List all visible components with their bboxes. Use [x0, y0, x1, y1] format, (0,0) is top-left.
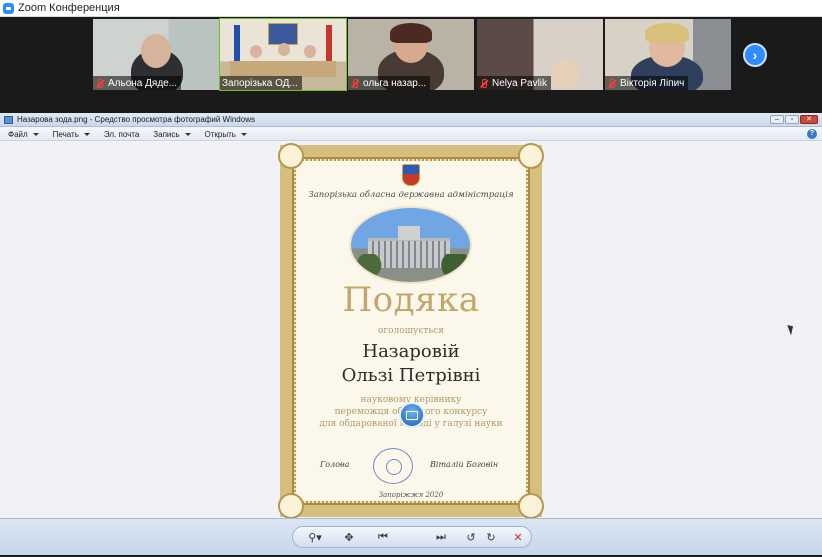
photo-viewer-window: Назарова зода.png - Средство просмотра ф…	[0, 113, 822, 557]
signatory-name: Віталій Боговін	[430, 460, 499, 469]
zoom-window-title: Zoom Конференция	[18, 2, 120, 14]
participant-name: ольга назар...	[363, 77, 427, 89]
certificate-title: Подяка	[342, 280, 480, 320]
next-icon[interactable]: ⏭	[430, 529, 452, 545]
menu-burn[interactable]: Запись	[153, 130, 191, 139]
previous-icon[interactable]: ⏮	[372, 529, 394, 545]
mic-muted-icon	[607, 78, 616, 88]
caret-down-icon	[32, 132, 39, 136]
participant-tile[interactable]: Альона Дяде...	[93, 19, 219, 90]
certificate-subtitle: оголошується	[378, 326, 444, 336]
caret-down-icon	[240, 132, 247, 136]
mic-muted-icon	[95, 78, 104, 88]
photo-viewer-icon	[4, 115, 13, 124]
delete-icon[interactable]: ✕	[510, 529, 526, 545]
mouse-cursor-icon	[787, 323, 796, 336]
slideshow-icon	[406, 410, 418, 420]
image-stage: Запорізька обласна державна адміністраці…	[0, 142, 822, 519]
menu-print[interactable]: Печать	[53, 130, 90, 139]
menu-email[interactable]: Эл. почта	[104, 130, 139, 139]
participant-tile-active[interactable]: Запорізька ОД...	[219, 18, 347, 91]
recipient-given-names: Ользі Петрівні	[341, 365, 481, 386]
certificate-city-year: Запоріжжя 2020	[378, 491, 444, 499]
participant-tile[interactable]: ольга назар...	[348, 19, 474, 90]
rotate-left-icon[interactable]: ↺	[464, 529, 478, 545]
certificate-organization: Запорізька обласна державна адміністраці…	[308, 190, 514, 200]
viewer-toolbar: ⚲▾ ✥ ⏮ ⏭ ↺ ↻ ✕	[0, 518, 822, 555]
chevron-right-icon: ›	[752, 47, 758, 63]
zoom-icon[interactable]: ⚲▾	[306, 529, 324, 545]
participant-name: Вікторія Ліпич	[620, 77, 685, 89]
building-photo	[351, 208, 470, 282]
menu-file[interactable]: Файл	[8, 130, 39, 139]
viewer-window-title: Назарова зода.png - Средство просмотра ф…	[17, 115, 255, 124]
menu-open[interactable]: Открыть	[205, 130, 247, 139]
ornament-corner	[518, 143, 544, 169]
caret-down-icon	[83, 132, 90, 136]
participant-name: Запорізька ОД...	[222, 77, 298, 89]
official-stamp	[373, 448, 413, 484]
viewer-menu-bar: Файл Печать Эл. почта Запись Открыть ?	[0, 128, 822, 141]
slideshow-button[interactable]	[399, 402, 425, 428]
viewer-title-bar: Назарова зода.png - Средство просмотра ф…	[0, 113, 822, 127]
caret-down-icon	[184, 132, 191, 136]
fit-icon[interactable]: ✥	[341, 529, 357, 545]
help-icon[interactable]: ?	[807, 129, 817, 139]
video-strip: Альона Дяде... Запорізька ОД... ольга на…	[0, 17, 822, 113]
close-button[interactable]: ✕	[800, 115, 818, 124]
mic-muted-icon	[350, 78, 359, 88]
mic-muted-icon	[479, 78, 488, 88]
participant-tile[interactable]: Вікторія Ліпич	[605, 19, 731, 90]
minimize-button[interactable]: –	[770, 115, 784, 124]
zoom-title-bar: Zoom Конференция	[0, 0, 822, 17]
coat-of-arms-emblem	[402, 164, 420, 186]
maximize-button[interactable]: ▫	[785, 115, 799, 124]
certificate-image: Запорізька обласна державна адміністраці…	[278, 143, 544, 519]
zoom-logo-icon	[3, 2, 14, 14]
rotate-right-icon[interactable]: ↻	[484, 529, 498, 545]
recipient-surname: Назаровій	[362, 341, 460, 362]
ornament-corner	[278, 143, 304, 169]
next-participants-button[interactable]: ›	[743, 43, 767, 67]
participant-name: Nelya Pavlik	[492, 77, 548, 89]
participant-tile[interactable]: Nelya Pavlik	[477, 19, 603, 90]
signatory-title: Голова	[320, 460, 350, 469]
participant-name: Альона Дяде...	[108, 77, 178, 89]
